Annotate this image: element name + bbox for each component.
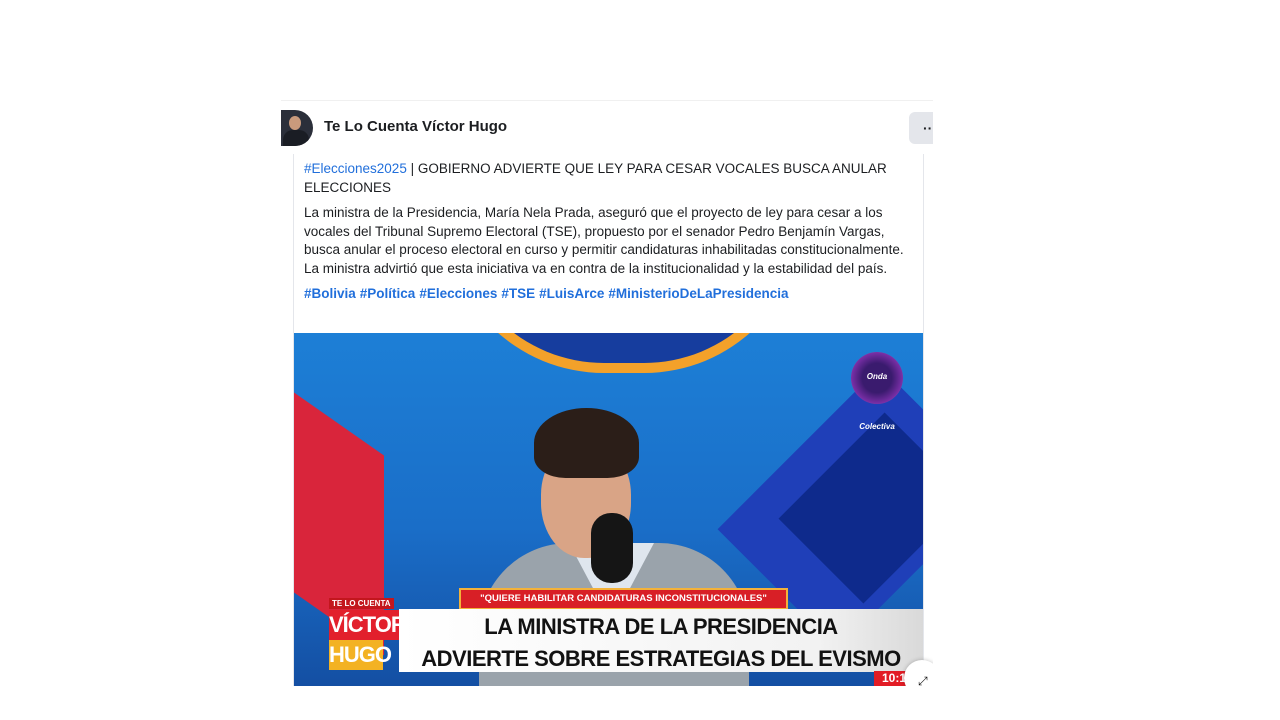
tag-link[interactable]: #Política <box>360 286 416 301</box>
post-body-text: La ministra de la Presidencia, María Nel… <box>304 205 904 276</box>
more-options-button[interactable]: ··· <box>909 112 933 144</box>
post-body: #Elecciones2025 | GOBIERNO ADVIERTE QUE … <box>293 154 924 686</box>
brand-victor-text: VÍCTOR <box>329 610 407 640</box>
post-headline: #Elecciones2025 | GOBIERNO ADVIERTE QUE … <box>304 160 914 197</box>
tag-link[interactable]: #Elecciones <box>419 286 497 301</box>
post-tags: #Bolivia #Política #Elecciones #TSE #LuisArc… <box>304 285 914 304</box>
studio-arc <box>444 333 804 373</box>
presenter-hair <box>534 408 639 478</box>
video-headline-line1: LA MINISTRA DE LA PRESIDENCIA <box>484 614 838 639</box>
tag-link[interactable]: #Bolivia <box>304 286 356 301</box>
hashtag-link[interactable]: #Elecciones2025 <box>304 161 407 176</box>
tag-link[interactable]: #MinisterioDeLaPresidencia <box>608 286 788 301</box>
avatar-body <box>283 130 309 146</box>
avatar[interactable] <box>281 110 313 146</box>
post-card: Te Lo Cuenta Víctor Hugo ··· #Elecciones… <box>281 100 933 686</box>
post-text: #Elecciones2025 | GOBIERNO ADVIERTE QUE … <box>304 160 914 311</box>
tag-link[interactable]: #TSE <box>501 286 535 301</box>
avatar-face <box>289 116 301 130</box>
tag-link[interactable]: #LuisArce <box>539 286 604 301</box>
expand-icon: ⤢ <box>918 674 928 686</box>
brand-top-text: TE LO CUENTA <box>329 598 394 609</box>
video-headline-line2: ADVIERTE SOBRE ESTRATEGIAS DEL EVISMO <box>421 646 901 671</box>
post-header: Te Lo Cuenta Víctor Hugo ··· <box>281 100 933 155</box>
page-name[interactable]: Te Lo Cuenta Víctor Hugo <box>324 118 507 135</box>
more-icon: ··· <box>923 120 933 136</box>
microphone <box>591 513 633 583</box>
video-headline: LA MINISTRA DE LA PRESIDENCIA ADVIERTE S… <box>399 609 923 672</box>
channel-logo: Onda Colectiva <box>851 352 903 431</box>
quote-banner: "QUIERE HABILITAR CANDIDATURAS INCONSTIT… <box>459 588 788 610</box>
brand-logo: TE LO CUENTA VÍCTOR HUGO <box>329 598 407 672</box>
brand-hugo-text: HUGO <box>329 640 392 670</box>
video-player[interactable]: Onda Colectiva "QUIERE HABILITAR CANDIDA… <box>294 333 923 686</box>
